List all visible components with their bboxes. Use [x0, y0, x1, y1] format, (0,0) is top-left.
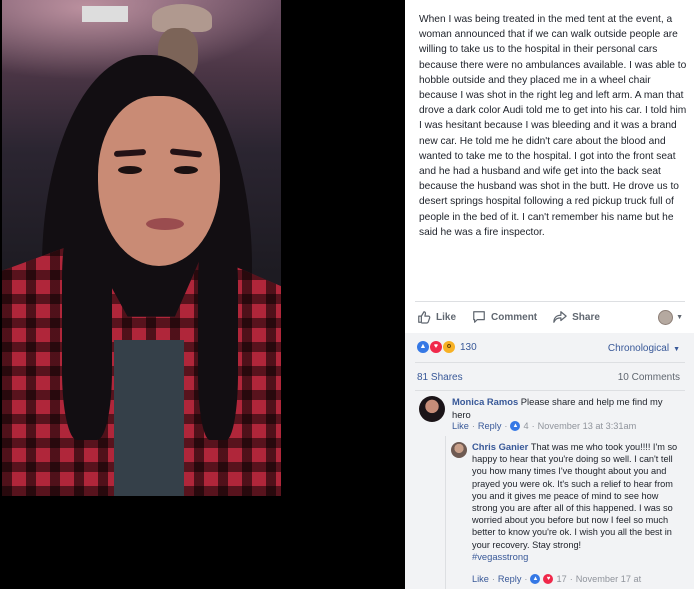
- like-reaction-icon: ▲: [510, 421, 521, 431]
- comment-meta: Like · Reply · ▲ 4 · November 13 at 3:31…: [452, 421, 636, 431]
- share-arrow-icon: [553, 311, 567, 323]
- separator: ·: [471, 421, 475, 431]
- post-photo[interactable]: [2, 0, 281, 496]
- comment-like-link[interactable]: Like: [452, 421, 469, 431]
- background-sign: [82, 6, 128, 22]
- post-as-selector[interactable]: ▼: [658, 309, 683, 325]
- post-text: When I was being treated in the med tent…: [419, 14, 687, 238]
- thumbs-up-icon: [418, 311, 431, 324]
- lips: [146, 218, 184, 230]
- separator: ·: [569, 574, 573, 584]
- reactions-summary[interactable]: ▲ ♥ o 130: [417, 341, 477, 353]
- comment-icon: [473, 311, 485, 323]
- divider: [415, 362, 685, 363]
- wow-reaction-icon: o: [443, 341, 455, 353]
- reply: Chris Ganier That was me who took you!!!…: [472, 441, 682, 563]
- comment: Monica Ramos Please share and help me fi…: [452, 395, 682, 421]
- separator: ·: [491, 574, 495, 584]
- hashtag-link[interactable]: #vegasstrong: [472, 551, 528, 562]
- like-label: Like: [436, 311, 457, 323]
- love-reaction-icon: ♥: [543, 574, 554, 584]
- reply-thread-line: [445, 436, 446, 589]
- face: [98, 96, 220, 266]
- reply-like-count[interactable]: 17: [556, 574, 566, 584]
- hair-left: [62, 210, 112, 440]
- comment-button[interactable]: Comment: [472, 310, 537, 324]
- separator: ·: [531, 421, 535, 431]
- commenter-avatar[interactable]: [419, 396, 445, 422]
- reply-meta: Like · Reply · ▲ ♥ 17 · November 17 at: [472, 574, 641, 584]
- comment-like-count[interactable]: 4: [523, 421, 528, 431]
- comment-reply-link[interactable]: Reply: [478, 421, 502, 431]
- post-side-panel: When I was being treated in the med tent…: [405, 0, 694, 589]
- share-button[interactable]: Share: [553, 310, 600, 324]
- divider: [415, 390, 685, 391]
- reply-text: That was me who took you!!!! I'm so happ…: [472, 442, 678, 550]
- eye-left: [118, 166, 142, 174]
- reply-author[interactable]: Chris Ganier: [472, 441, 528, 452]
- separator: ·: [524, 574, 528, 584]
- comment-author[interactable]: Monica Ramos: [452, 396, 518, 407]
- shares-count[interactable]: 81 Shares: [417, 372, 463, 383]
- photo-viewer: [0, 0, 405, 589]
- like-reaction-icon: ▲: [417, 341, 429, 353]
- love-reaction-icon: ♥: [430, 341, 442, 353]
- viewer-avatar-icon: [658, 309, 674, 325]
- caret-down-icon: ▼: [673, 346, 680, 353]
- reactions-count: 130: [460, 341, 477, 353]
- comment-timestamp[interactable]: November 13 at 3:31am: [538, 421, 637, 431]
- comment-label: Comment: [491, 311, 538, 323]
- eye-right: [174, 166, 198, 174]
- replier-avatar[interactable]: [451, 442, 467, 458]
- post-actions-bar: Like Comment Share ▼: [417, 308, 683, 326]
- comment-sort-dropdown[interactable]: Chronological ▼: [608, 343, 680, 354]
- comments-count[interactable]: 10 Comments: [618, 372, 680, 383]
- sort-label: Chronological: [607, 343, 670, 354]
- divider: [415, 301, 685, 302]
- caret-down-icon: ▼: [676, 313, 683, 321]
- tank-top: [114, 340, 184, 496]
- reply-timestamp[interactable]: November 17 at: [576, 574, 641, 584]
- separator: ·: [504, 421, 508, 431]
- reply-like-link[interactable]: Like: [472, 574, 489, 584]
- like-button[interactable]: Like: [417, 310, 456, 324]
- hair-right: [198, 220, 238, 440]
- like-reaction-icon: ▲: [530, 574, 541, 584]
- reply-reply-link[interactable]: Reply: [498, 574, 522, 584]
- share-label: Share: [572, 311, 600, 323]
